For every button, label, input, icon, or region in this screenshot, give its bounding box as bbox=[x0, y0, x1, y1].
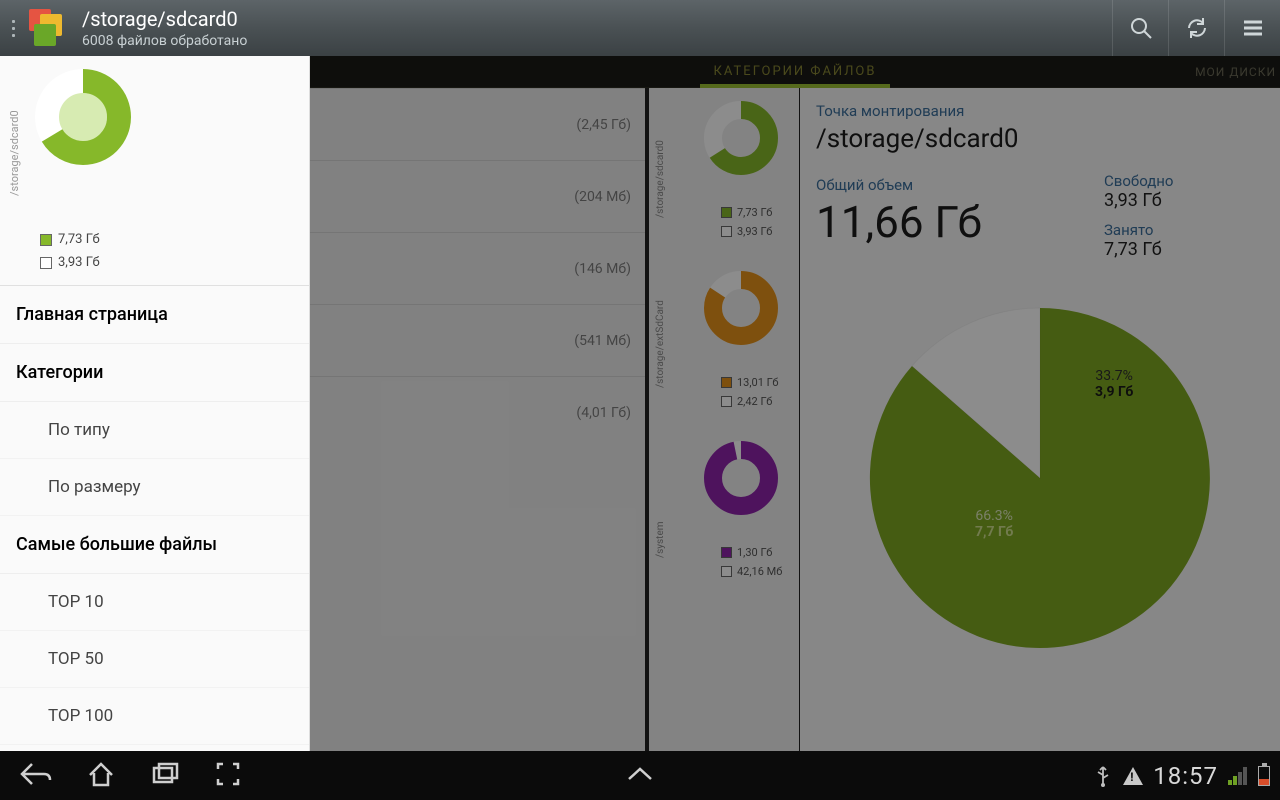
free-space-value: 3,93 Гб bbox=[1104, 190, 1264, 211]
pie-label-used: 66.3% 7,7 Гб bbox=[975, 508, 1013, 540]
battery-icon bbox=[1258, 766, 1270, 786]
disk-donut-column: /storage/sdcard0 7,73 Гб 3,93 Гб /storag… bbox=[645, 88, 800, 751]
status-clock: 18:57 bbox=[1153, 762, 1218, 790]
sidebar-item-top10[interactable]: TOP 10 bbox=[0, 574, 309, 631]
category-size-list: (2,45 Гб) (204 Мб) (146 Мб) (541 Мб) (4,… bbox=[310, 88, 645, 751]
donut-chart-icon bbox=[28, 62, 138, 172]
used-space-label: Занято bbox=[1104, 221, 1264, 239]
home-button[interactable] bbox=[86, 760, 116, 792]
donut-chart-icon bbox=[701, 438, 781, 518]
title-status: 6008 файлов обработано bbox=[82, 33, 1112, 49]
sidebar-item-largest-files[interactable]: Самые большие файлы bbox=[0, 516, 309, 574]
list-item[interactable]: (204 Мб) bbox=[310, 160, 645, 232]
sidebar-disk-summary[interactable]: /storage/sdcard0 7,73 Гб 3,93 Гб bbox=[0, 56, 309, 286]
screenshot-button[interactable] bbox=[214, 760, 242, 792]
recent-apps-button[interactable] bbox=[150, 760, 180, 792]
drawer-handle-icon[interactable] bbox=[4, 0, 22, 56]
sidebar-item-top50[interactable]: TOP 50 bbox=[0, 631, 309, 688]
search-button[interactable] bbox=[1112, 0, 1168, 56]
signal-icon bbox=[1228, 767, 1248, 785]
list-item[interactable]: (4,01 Гб) bbox=[310, 376, 645, 448]
list-item[interactable]: (541 Мб) bbox=[310, 304, 645, 376]
back-icon bbox=[18, 760, 52, 788]
action-bar: /storage/sdcard0 6008 файлов обработано bbox=[0, 0, 1280, 56]
refresh-icon bbox=[1184, 15, 1210, 41]
app-logo-icon[interactable] bbox=[28, 8, 68, 48]
total-size-value: 11,66 Гб bbox=[816, 196, 1104, 248]
tab-strip: КАТЕГОРИИ ФАЙЛОВ МОИ ДИСКИ bbox=[310, 56, 1280, 88]
system-navigation-bar: 18:57 bbox=[0, 751, 1280, 800]
disk-donut-sdcard0[interactable]: /storage/sdcard0 7,73 Гб 3,93 Гб bbox=[649, 88, 799, 258]
used-space-value: 7,73 Гб bbox=[1104, 239, 1264, 260]
list-item[interactable]: (146 Мб) bbox=[310, 232, 645, 304]
disk-donut-extsdcard[interactable]: /storage/extSdCard 13,01 Гб 2,42 Гб bbox=[649, 258, 799, 428]
back-button[interactable] bbox=[18, 760, 52, 792]
mount-point-value: /storage/sdcard0 bbox=[816, 124, 1264, 154]
total-size-label: Общий объем bbox=[816, 176, 1104, 194]
sidebar-item-by-type[interactable]: По типу bbox=[0, 402, 309, 459]
donut-chart-icon bbox=[701, 268, 781, 348]
usage-pie-chart: 33.7% 3,9 Гб 66.3% 7,7 Гб bbox=[860, 298, 1220, 658]
screenshot-icon bbox=[214, 760, 242, 788]
mount-point-label: Точка монтирования bbox=[816, 102, 1264, 120]
sidebar-item-categories[interactable]: Категории bbox=[0, 344, 309, 402]
menu-icon bbox=[1240, 15, 1266, 41]
free-space-label: Свободно bbox=[1104, 172, 1264, 190]
donut-chart-icon bbox=[701, 98, 781, 178]
menu-button[interactable] bbox=[1224, 0, 1280, 56]
disk-donut-system[interactable]: /system 1,30 Гб 42,16 Мб bbox=[649, 428, 799, 598]
recent-apps-icon bbox=[150, 760, 180, 788]
tab-categories[interactable]: КАТЕГОРИИ ФАЙЛОВ bbox=[310, 56, 1280, 87]
search-icon bbox=[1128, 15, 1154, 41]
refresh-button[interactable] bbox=[1168, 0, 1224, 56]
tab-my-disks[interactable]: МОИ ДИСКИ bbox=[1195, 56, 1276, 88]
navigation-drawer: /storage/sdcard0 7,73 Гб 3,93 Гб Главная… bbox=[0, 56, 310, 751]
warning-icon bbox=[1123, 767, 1143, 785]
list-item[interactable]: (2,45 Гб) bbox=[310, 88, 645, 160]
title-path: /storage/sdcard0 bbox=[82, 7, 1112, 31]
usb-icon bbox=[1093, 765, 1113, 787]
sidebar-item-by-size[interactable]: По размеру bbox=[0, 459, 309, 516]
sidebar-item-home[interactable]: Главная страница bbox=[0, 286, 309, 344]
expand-handle[interactable] bbox=[625, 765, 655, 787]
pie-label-free: 33.7% 3,9 Гб bbox=[1095, 368, 1133, 400]
sidebar-item-top100[interactable]: TOP 100 bbox=[0, 688, 309, 745]
disk-detail-panel: Точка монтирования /storage/sdcard0 Общи… bbox=[800, 88, 1280, 751]
home-icon bbox=[86, 760, 116, 788]
